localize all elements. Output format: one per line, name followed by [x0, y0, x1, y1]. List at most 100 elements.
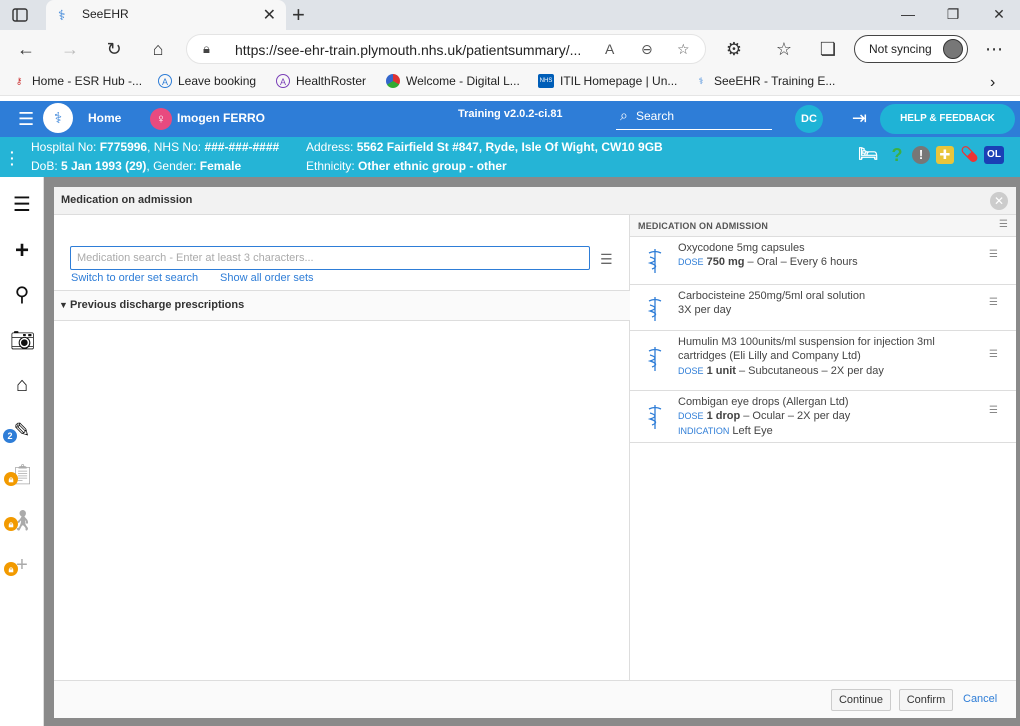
user-avatar[interactable]: DC	[795, 105, 823, 133]
refresh-icon[interactable]: ↻	[102, 37, 126, 61]
collections-icon[interactable]: ❏	[816, 37, 840, 61]
address-bar[interactable]: 🔒︎ https://see-ehr-train.plymouth.nhs.uk…	[186, 34, 706, 64]
medication-search-input[interactable]	[71, 247, 589, 269]
dob-value: 5 Jan 1993 (29)	[61, 159, 147, 173]
app-search[interactable]: ⌕ Search	[616, 106, 772, 130]
banner-demographics: DoB: 5 Jan 1993 (29), Gender: Female	[31, 159, 242, 173]
restore-icon[interactable]: ❐	[943, 4, 963, 24]
continue-button[interactable]: Continue	[831, 689, 891, 711]
medication-on-admission-dialog: Medication on admission ✕ ☰ Switch to or…	[54, 187, 1016, 718]
close-tab-icon[interactable]: ✕	[263, 5, 276, 25]
banner-address: Address: 5562 Fairfield St #847, Ryde, I…	[306, 140, 663, 154]
medication-item[interactable]: Carbocisteine 250mg/5ml oral solution 3X…	[630, 285, 1016, 331]
medication-dose-line: DOSE 750 mg – Oral – Every 6 hours	[678, 256, 858, 268]
medication-search-pane: ☰ Switch to order set search Show all or…	[54, 215, 630, 680]
back-icon[interactable]: ←	[14, 37, 38, 61]
show-all-order-sets-link[interactable]: Show all order sets	[220, 272, 314, 284]
notification-badge: 2	[3, 429, 17, 443]
help-feedback-button[interactable]: HELP & FEEDBACK	[880, 104, 1015, 134]
url-text[interactable]: https://see-ehr-train.plymouth.nhs.uk/pa…	[235, 42, 581, 58]
clipboard-icon[interactable]: ✚	[936, 146, 954, 164]
bookmark-healthroster[interactable]: A HealthRoster	[276, 74, 366, 88]
tab-actions-icon[interactable]	[10, 6, 30, 24]
stethoscope-icon[interactable]: ⚲	[10, 283, 34, 307]
medication-name: Carbocisteine 250mg/5ml oral solution	[678, 290, 866, 302]
previous-discharge-section[interactable]: ▼ Previous discharge prescriptions	[54, 290, 630, 321]
seeehr-icon: ⚕	[698, 76, 704, 86]
medication-item[interactable]: Humulin M3 100units/ml suspension for in…	[630, 331, 1016, 391]
hospital-number: F775996	[99, 140, 148, 154]
banner-menu-icon[interactable]: · · ·	[10, 145, 15, 171]
switch-to-order-set-link[interactable]: Switch to order set search	[71, 272, 198, 284]
forward-icon[interactable]: →	[58, 37, 82, 61]
left-nav-rail: ☰ + ⚲ 📷︎ ⌂ ✎ 2 📋︎ 🔒︎ 🚶︎ 🔒︎ + 🔒︎	[0, 177, 44, 726]
medication-list-header: MEDICATION ON ADMISSION ☰	[630, 215, 1016, 237]
favorite-add-icon[interactable]: ☆	[677, 41, 690, 58]
app-header: ☰ ⚕ Home ♀ Imogen FERRO Training v2.0.2-…	[0, 101, 1020, 137]
dialog-close-icon[interactable]: ✕	[990, 192, 1008, 210]
more-menu-icon[interactable]: ⋯	[982, 37, 1006, 61]
profile-sync-button[interactable]: Not syncing	[854, 35, 968, 63]
question-icon[interactable]: ?	[888, 146, 906, 164]
minimize-icon[interactable]: —	[898, 4, 918, 24]
caduceus-icon	[644, 247, 668, 275]
previous-discharge-label: Previous discharge prescriptions	[70, 299, 245, 311]
gender-value: Female	[199, 159, 242, 173]
medication-search-box[interactable]	[70, 246, 590, 270]
read-aloud-icon[interactable]: A	[605, 41, 614, 57]
new-tab-icon[interactable]: +	[292, 2, 305, 28]
list-icon[interactable]: ☰	[10, 193, 34, 217]
caduceus-icon	[644, 295, 668, 323]
extensions-icon[interactable]: ⚙	[722, 37, 746, 61]
cancel-link[interactable]: Cancel	[963, 693, 997, 705]
lock-icon: 🔒︎	[203, 41, 210, 56]
seeehr-logo[interactable]: ⚕	[43, 103, 73, 133]
digital-learning-icon	[386, 74, 400, 88]
nhs-number: ###-###-####	[204, 140, 280, 154]
bookmark-itil-homepage[interactable]: NHS ITIL Homepage | Un...	[538, 74, 677, 88]
confirm-button[interactable]: Confirm	[899, 689, 953, 711]
favorites-icon[interactable]: ☆	[772, 37, 796, 61]
search-options-menu-icon[interactable]: ☰	[600, 251, 613, 268]
bookmarks-overflow-icon[interactable]: ›	[990, 74, 995, 92]
ol-badge[interactable]: OL	[984, 146, 1004, 164]
camera-icon[interactable]: 📷︎	[10, 329, 35, 353]
female-patient-icon: ♀	[150, 108, 172, 130]
caduceus-icon	[644, 345, 668, 373]
dialog-title-bar: Medication on admission ✕	[54, 187, 1016, 215]
list-menu-icon[interactable]: ☰	[999, 219, 1008, 230]
pill-icon[interactable]: 💊︎	[960, 146, 979, 164]
banner-alerts: 🛏︎ ? ! ✚ 💊︎ OL	[854, 146, 1004, 164]
lock-icon: 🔒︎	[4, 562, 18, 576]
item-drag-handle-icon[interactable]: ☰	[989, 249, 998, 260]
medication-item[interactable]: Oxycodone 5mg capsules DOSE 750 mg – Ora…	[630, 237, 1016, 285]
item-drag-handle-icon[interactable]: ☰	[989, 349, 998, 360]
patient-name[interactable]: Imogen FERRO	[177, 111, 265, 125]
medication-item[interactable]: Combigan eye drops (Allergan Ltd) DOSE 1…	[630, 391, 1016, 443]
home-link[interactable]: Home	[88, 111, 121, 125]
medication-name: Oxycodone 5mg capsules	[678, 242, 805, 254]
item-drag-handle-icon[interactable]: ☰	[989, 405, 998, 416]
address-value: 5562 Fairfield St #847, Ryde, Isle Of Wi…	[356, 140, 663, 154]
bookmark-digital-learning[interactable]: Welcome - Digital L...	[386, 74, 520, 88]
bookmark-seeehr-training[interactable]: ⚕ SeeEHR - Training E...	[694, 74, 836, 88]
patient-banner: · · · Hospital No: F775996, NHS No: ###-##…	[0, 137, 1020, 177]
bed-icon[interactable]: 🛏︎	[854, 146, 882, 164]
medication-dose-line: DOSE 1 unit – Subcutaneous – 2X per day	[678, 365, 884, 377]
alert-icon[interactable]: !	[912, 146, 930, 164]
window-close-icon[interactable]: ✕	[989, 4, 1009, 24]
healthroster-icon: A	[276, 74, 290, 88]
item-drag-handle-icon[interactable]: ☰	[989, 297, 998, 308]
zoom-icon[interactable]: ⊖	[641, 41, 653, 58]
logout-icon[interactable]: ⇥	[852, 108, 867, 129]
hamburger-menu-icon[interactable]: ☰	[18, 110, 36, 128]
bookmarks-bar: ⚷ Home - ESR Hub -... A Leave booking A …	[0, 68, 1020, 96]
seeehr-favicon-icon: ⚕	[58, 7, 66, 23]
browser-tab[interactable]: ⚕ SeeEHR ✕	[46, 0, 286, 30]
bookmark-esr-hub[interactable]: ⚷ Home - ESR Hub -...	[12, 74, 142, 88]
version-label: Training v2.0.2-ci.81	[458, 108, 563, 120]
hospital-home-icon[interactable]: ⌂	[10, 373, 34, 397]
add-icon[interactable]: +	[10, 239, 34, 263]
home-icon[interactable]: ⌂	[146, 37, 170, 61]
bookmark-leave-booking[interactable]: A Leave booking	[158, 74, 256, 88]
